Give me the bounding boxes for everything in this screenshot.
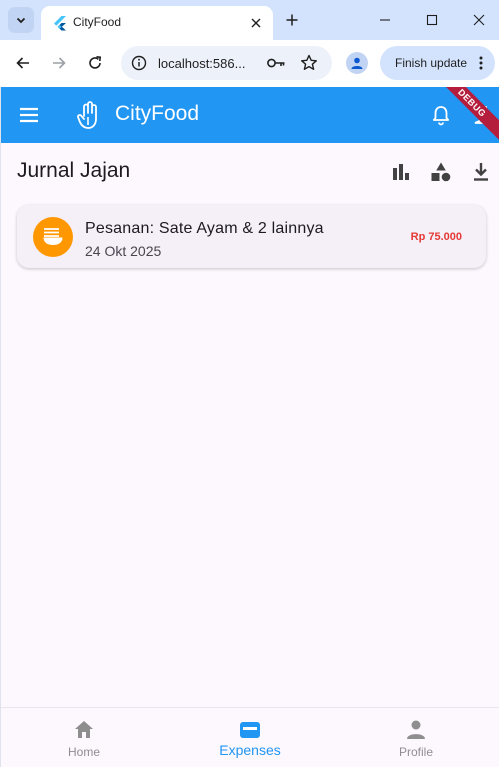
close-window-button[interactable]	[470, 11, 488, 29]
browser-titlebar: CityFood	[0, 0, 499, 40]
back-button[interactable]	[13, 53, 33, 73]
account-icon	[351, 57, 363, 69]
close-tab-icon[interactable]	[247, 14, 265, 32]
finish-update-button[interactable]: Finish update	[380, 46, 495, 80]
reload-icon	[89, 56, 102, 69]
maximize-button[interactable]	[423, 11, 441, 29]
arrow-left-icon	[16, 57, 29, 69]
forward-button[interactable]	[49, 53, 69, 73]
tab-title: CityFood	[73, 15, 122, 29]
category-shapes-icon[interactable]	[430, 161, 452, 183]
maximize-icon	[426, 14, 438, 26]
browser-toolbar: localhost:586... Finish update	[0, 40, 499, 87]
wallet-icon	[240, 722, 260, 738]
tab-search-button[interactable]	[8, 7, 34, 33]
minimize-icon	[380, 19, 390, 21]
bar-chart-icon[interactable]	[390, 161, 412, 183]
order-card[interactable]: Pesanan: Sate Ayam & 2 lainnya 24 Okt 20…	[17, 205, 486, 268]
bookmark-star-icon[interactable]	[299, 53, 319, 73]
ramen-icon	[43, 228, 63, 245]
bell-icon[interactable]	[430, 104, 452, 126]
order-avatar	[33, 217, 73, 257]
profile-button[interactable]	[346, 52, 368, 74]
nav-expenses[interactable]: Expenses	[167, 708, 333, 767]
bottom-navigation: Home Expenses Profile	[1, 707, 499, 767]
flutter-icon	[54, 16, 66, 31]
person-icon	[407, 720, 425, 739]
password-key-icon[interactable]	[266, 55, 286, 71]
address-bar[interactable]: localhost:586...	[121, 46, 332, 80]
brand-title: CityFood	[115, 102, 200, 125]
new-tab-button[interactable]	[283, 11, 301, 29]
home-icon	[75, 721, 93, 738]
order-amount: Rp 75.000	[410, 231, 462, 243]
reload-button[interactable]	[85, 53, 105, 73]
app-bar: CityFood DEBUG	[1, 87, 499, 147]
menu-icon[interactable]	[18, 104, 40, 126]
page-title: Jurnal Jajan	[17, 159, 131, 182]
order-date: 24 Okt 2025	[85, 243, 162, 259]
plus-icon	[286, 14, 298, 26]
browser-tab[interactable]: CityFood	[41, 6, 273, 40]
close-icon	[473, 14, 485, 26]
nav-profile-label: Profile	[398, 745, 433, 759]
app-viewport: CityFood DEBUG Jurnal Jajan Pesanan: Sat…	[1, 87, 499, 767]
url-text[interactable]: localhost:586...	[158, 56, 245, 71]
hand-logo-icon	[77, 101, 97, 129]
nav-expenses-label: Expenses	[219, 742, 281, 758]
download-icon[interactable]	[470, 161, 492, 183]
chevron-down-icon	[16, 17, 26, 24]
minimize-button[interactable]	[376, 11, 394, 29]
more-vert-icon[interactable]	[473, 55, 489, 71]
arrow-right-icon	[53, 57, 66, 69]
nav-home[interactable]: Home	[1, 708, 167, 767]
nav-home-label: Home	[67, 745, 100, 759]
site-info-icon[interactable]	[130, 54, 148, 72]
order-title: Pesanan: Sate Ayam & 2 lainnya	[85, 220, 324, 237]
nav-profile[interactable]: Profile	[333, 708, 499, 767]
finish-update-label: Finish update	[395, 56, 468, 70]
